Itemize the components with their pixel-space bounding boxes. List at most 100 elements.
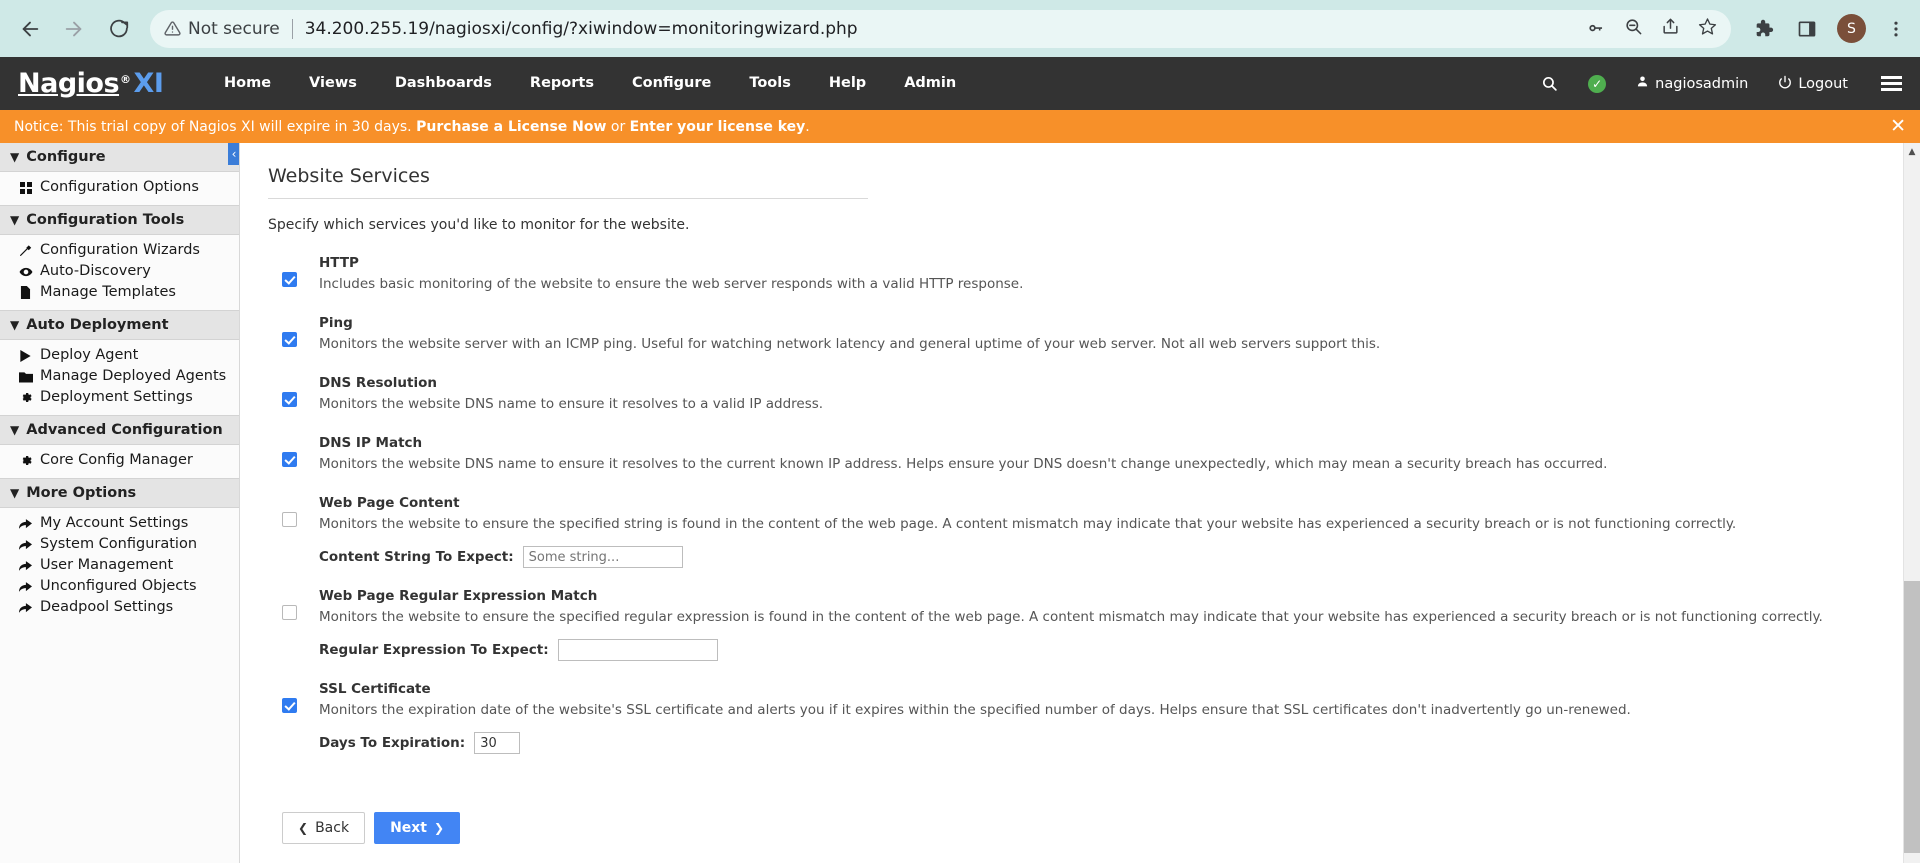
checkbox-dns-ip-match[interactable] [282, 452, 297, 467]
service-description: Monitors the website to ensure the speci… [319, 516, 1737, 532]
sidebar-section-auto-deployment[interactable]: ▼ Auto Deployment [0, 310, 239, 340]
sidebar-item-deployment-settings[interactable]: Deployment Settings [0, 387, 239, 408]
username-label: nagiosadmin [1655, 75, 1749, 92]
purchase-license-link[interactable]: Purchase a License Now [416, 119, 606, 135]
regular-expression-input[interactable] [557, 639, 718, 661]
sidebar-item-my-account-settings[interactable]: My Account Settings [0, 513, 239, 534]
warning-triangle-icon [164, 20, 181, 37]
sidebar-item-configuration-wizards[interactable]: Configuration Wizards [0, 240, 239, 261]
chevron-down-icon: ▼ [10, 150, 20, 164]
checkbox-web-page-content[interactable] [282, 512, 297, 527]
browser-reload-button[interactable] [98, 9, 138, 49]
service-label: DNS IP Match [319, 435, 423, 451]
magic-wand-icon [18, 244, 33, 257]
service-description: Monitors the website server with an ICMP… [319, 336, 1381, 352]
checkbox-web-page-regex-match[interactable] [282, 605, 297, 620]
sidebar-item-core-config-manager[interactable]: Core Config Manager [0, 450, 239, 471]
grid-icon [18, 181, 33, 194]
sidebar-item-deploy-agent[interactable]: Deploy Agent [0, 345, 239, 366]
browser-forward-button[interactable] [54, 9, 94, 49]
checkbox-dns-resolution[interactable] [282, 392, 297, 407]
field-label: Regular Expression To Expect: [319, 642, 549, 658]
nav-item-views[interactable]: Views [290, 57, 376, 110]
nav-item-dashboards[interactable]: Dashboards [376, 57, 511, 110]
chevron-right-icon: ❯ [434, 821, 445, 835]
sidebar-item-user-management[interactable]: User Management [0, 555, 239, 576]
service-label: Web Page Regular Expression Match [319, 588, 598, 604]
days-to-expiration-input[interactable] [474, 732, 521, 754]
sidebar-item-deadpool-settings[interactable]: Deadpool Settings [0, 597, 239, 618]
checkbox-ping[interactable] [282, 332, 297, 347]
close-icon[interactable]: ✕ [1890, 117, 1906, 136]
sidebar-section-more-options[interactable]: ▼ More Options [0, 478, 239, 508]
sidebar-item-label: Manage Deployed Agents [40, 368, 227, 384]
scroll-up-arrow-icon[interactable]: ▲ [1904, 143, 1920, 160]
checkbox-ssl-certificate[interactable] [282, 698, 297, 713]
scrollbar-thumb[interactable] [1904, 581, 1920, 853]
back-button[interactable]: ❮ Back [282, 812, 366, 844]
browser-toolbar: Not secure 34.200.255.19/nagiosxi/config… [0, 0, 1920, 57]
user-icon [1636, 75, 1649, 92]
three-dot-menu-icon[interactable] [1882, 15, 1910, 43]
logo-suffix: XI [133, 68, 164, 99]
main-content: Website Services Specify which services … [240, 143, 1903, 863]
sidebar-section-label: More Options [26, 485, 137, 501]
green-check-circle-icon[interactable]: ✓ [1573, 74, 1621, 93]
arrow-curve-icon [18, 518, 33, 530]
service-row-web-page-content: Web Page Content Monitors the website to… [268, 495, 1903, 568]
next-button[interactable]: Next ❯ [374, 812, 461, 844]
sidebar-collapse-handle[interactable]: ‹ [228, 143, 239, 165]
search-icon[interactable] [1526, 75, 1573, 92]
chevron-down-icon: ▼ [10, 213, 20, 227]
arrow-curve-icon [18, 539, 33, 551]
nav-item-configure[interactable]: Configure [613, 57, 730, 110]
sidebar-item-unconfigured-objects[interactable]: Unconfigured Objects [0, 576, 239, 597]
page-scrollbar[interactable]: ▲ [1903, 143, 1920, 863]
extensions-puzzle-icon[interactable] [1749, 15, 1777, 43]
side-panel-icon[interactable] [1793, 15, 1821, 43]
nav-item-tools[interactable]: Tools [730, 57, 810, 110]
key-icon[interactable] [1587, 17, 1606, 40]
sidebar-section-configuration-tools[interactable]: ▼ Configuration Tools [0, 205, 239, 235]
arrow-curve-icon [18, 560, 33, 572]
arrow-curve-icon [18, 581, 33, 593]
field-row-regular-expression: Regular Expression To Expect: [319, 639, 1903, 661]
logout-link[interactable]: Logout [1763, 75, 1863, 93]
sidebar-item-system-configuration[interactable]: System Configuration [0, 534, 239, 555]
nav-item-home[interactable]: Home [205, 57, 290, 110]
share-icon[interactable] [1661, 17, 1680, 40]
play-triangle-icon [18, 349, 33, 362]
user-account-link[interactable]: nagiosadmin [1621, 75, 1763, 92]
service-label: Web Page Content [319, 495, 460, 511]
sidebar-item-auto-discovery[interactable]: Auto-Discovery [0, 261, 239, 282]
hamburger-menu-icon[interactable] [1863, 76, 1902, 91]
enter-license-key-link[interactable]: Enter your license key [630, 119, 806, 135]
sidebar-item-manage-deployed-agents[interactable]: Manage Deployed Agents [0, 366, 239, 387]
address-bar[interactable]: Not secure 34.200.255.19/nagiosxi/config… [150, 9, 1731, 48]
field-row-content-string: Content String To Expect: [319, 546, 1903, 568]
logout-label: Logout [1798, 75, 1848, 92]
sidebar-section-advanced-configuration[interactable]: ▼ Advanced Configuration [0, 415, 239, 445]
checkbox-http[interactable] [282, 272, 297, 287]
nagios-logo[interactable]: Nagios ® XI [0, 68, 205, 99]
browser-back-button[interactable] [10, 9, 50, 49]
sidebar-section-configure[interactable]: ▼ Configure [0, 143, 239, 172]
profile-avatar[interactable]: S [1837, 14, 1866, 43]
wizard-button-row: ❮ Back Next ❯ [282, 812, 1903, 844]
content-string-input[interactable] [522, 546, 683, 568]
nav-item-reports[interactable]: Reports [511, 57, 613, 110]
url-text: 34.200.255.19/nagiosxi/config/?xiwindow=… [304, 18, 858, 39]
service-label: SSL Certificate [319, 681, 431, 697]
sidebar-item-manage-templates[interactable]: Manage Templates [0, 282, 239, 303]
service-label: DNS Resolution [319, 375, 437, 391]
trial-notice-bar: Notice: This trial copy of Nagios XI wil… [0, 110, 1920, 143]
bookmark-star-icon[interactable] [1698, 17, 1717, 40]
back-button-label: Back [315, 820, 350, 836]
sidebar-item-configuration-options[interactable]: Configuration Options [0, 177, 239, 198]
service-row-dns-ip-match: DNS IP Match Monitors the website DNS na… [268, 435, 1903, 473]
zoom-out-icon[interactable] [1624, 17, 1643, 40]
nav-item-help[interactable]: Help [810, 57, 885, 110]
nav-item-admin[interactable]: Admin [885, 57, 975, 110]
notice-period: . [805, 118, 810, 135]
sidebar-item-label: Auto-Discovery [40, 263, 151, 279]
